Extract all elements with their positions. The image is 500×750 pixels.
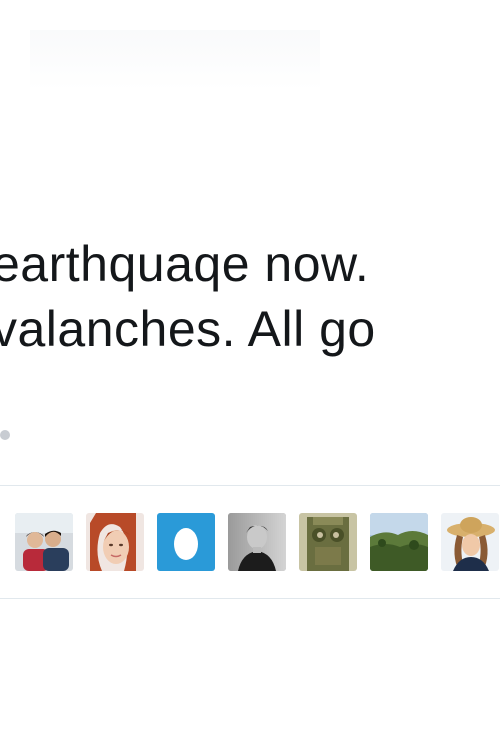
divider-bottom [0,598,500,599]
top-blur-artifact [30,30,320,90]
tweet-text: earthquaqe now. valanches. All go [0,232,500,362]
statue-photo-avatar[interactable] [299,513,357,571]
woman-hat-avatar[interactable] [441,513,499,571]
tweet-text-line-2: valanches. All go [0,301,376,357]
tweet-text-line-1: earthquaqe now. [0,236,370,292]
timestamp-dot [0,430,10,440]
couple-photo-avatar[interactable] [15,513,73,571]
egg-default-avatar[interactable] [157,513,215,571]
man-monochrome-avatar[interactable] [228,513,286,571]
divider-top [0,485,500,486]
tweet-detail-view: earthquaqe now. valanches. All go [0,0,500,750]
woman-redhead-avatar[interactable] [86,513,144,571]
landscape-photo-avatar[interactable] [370,513,428,571]
likers-avatar-row [15,513,499,571]
